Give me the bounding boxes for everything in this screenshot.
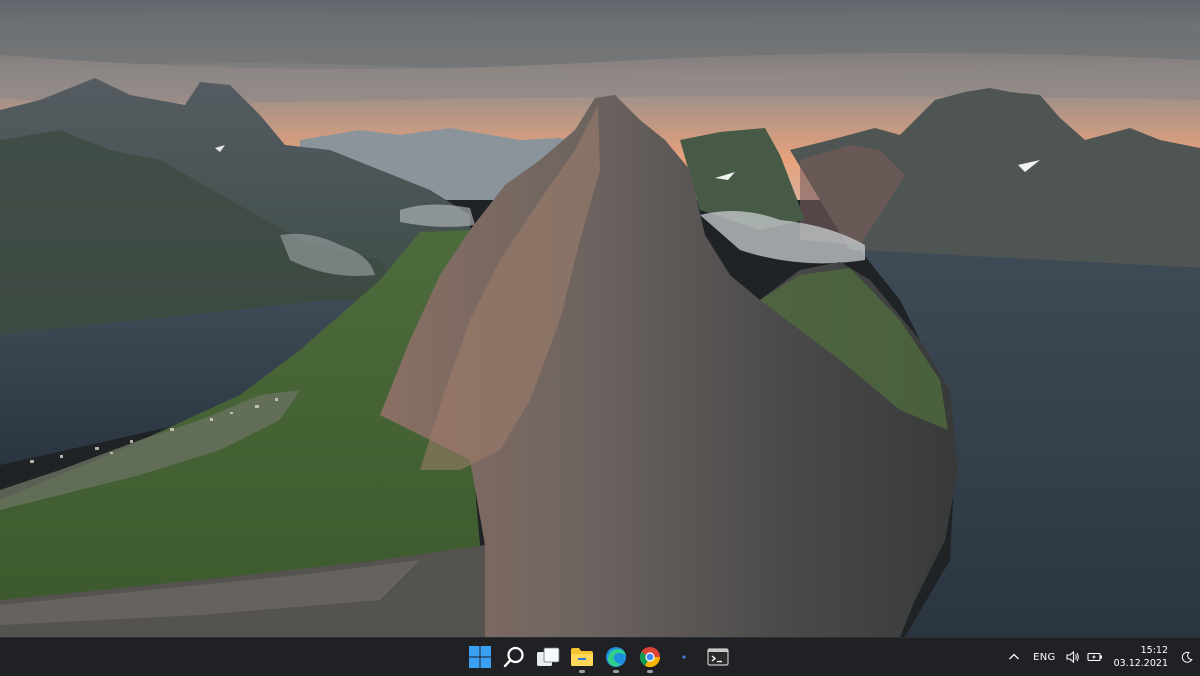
chevron-up-icon: [1009, 653, 1020, 660]
speaker-icon: [1066, 650, 1079, 664]
show-hidden-icons-button[interactable]: [1001, 638, 1027, 676]
windows-start-icon: [469, 646, 491, 668]
battery-button[interactable]: [1084, 638, 1106, 676]
taskbar: ENG 15:12 03.12.2021: [0, 637, 1200, 675]
chrome-browser-icon: [639, 647, 661, 668]
search-button[interactable]: [497, 640, 531, 674]
task-view-icon: [537, 647, 560, 666]
terminal-icon: [707, 648, 729, 666]
start-button[interactable]: [463, 640, 497, 674]
moon-icon: [1181, 651, 1193, 663]
running-indicator: [647, 670, 653, 673]
clock-time: 15:12: [1140, 645, 1168, 656]
running-indicator: [613, 670, 619, 673]
edge-button[interactable]: [599, 640, 633, 674]
language-indicator[interactable]: ENG: [1027, 638, 1061, 676]
volume-button[interactable]: [1062, 638, 1084, 676]
chrome-button[interactable]: [633, 640, 667, 674]
terminal-button[interactable]: [701, 640, 735, 674]
taskbar-pinned-apps: [463, 638, 735, 676]
clock-date: 03.12.2021: [1113, 658, 1168, 669]
small-app-button[interactable]: [667, 640, 701, 674]
system-tray: ENG 15:12 03.12.2021: [1001, 638, 1200, 676]
folder-icon: [571, 648, 593, 666]
mountain-fjord-landscape: [0, 0, 1200, 637]
desktop-wallpaper: [0, 0, 1200, 637]
small-dot-icon: [682, 655, 686, 659]
edge-browser-icon: [606, 647, 626, 667]
search-icon: [503, 646, 524, 668]
task-view-button[interactable]: [531, 640, 565, 674]
clock-button[interactable]: 15:12 03.12.2021: [1106, 638, 1174, 676]
focus-assist-button[interactable]: [1174, 638, 1200, 676]
running-indicator: [579, 670, 585, 673]
file-explorer-button[interactable]: [565, 640, 599, 674]
battery-charging-icon: [1087, 652, 1102, 662]
